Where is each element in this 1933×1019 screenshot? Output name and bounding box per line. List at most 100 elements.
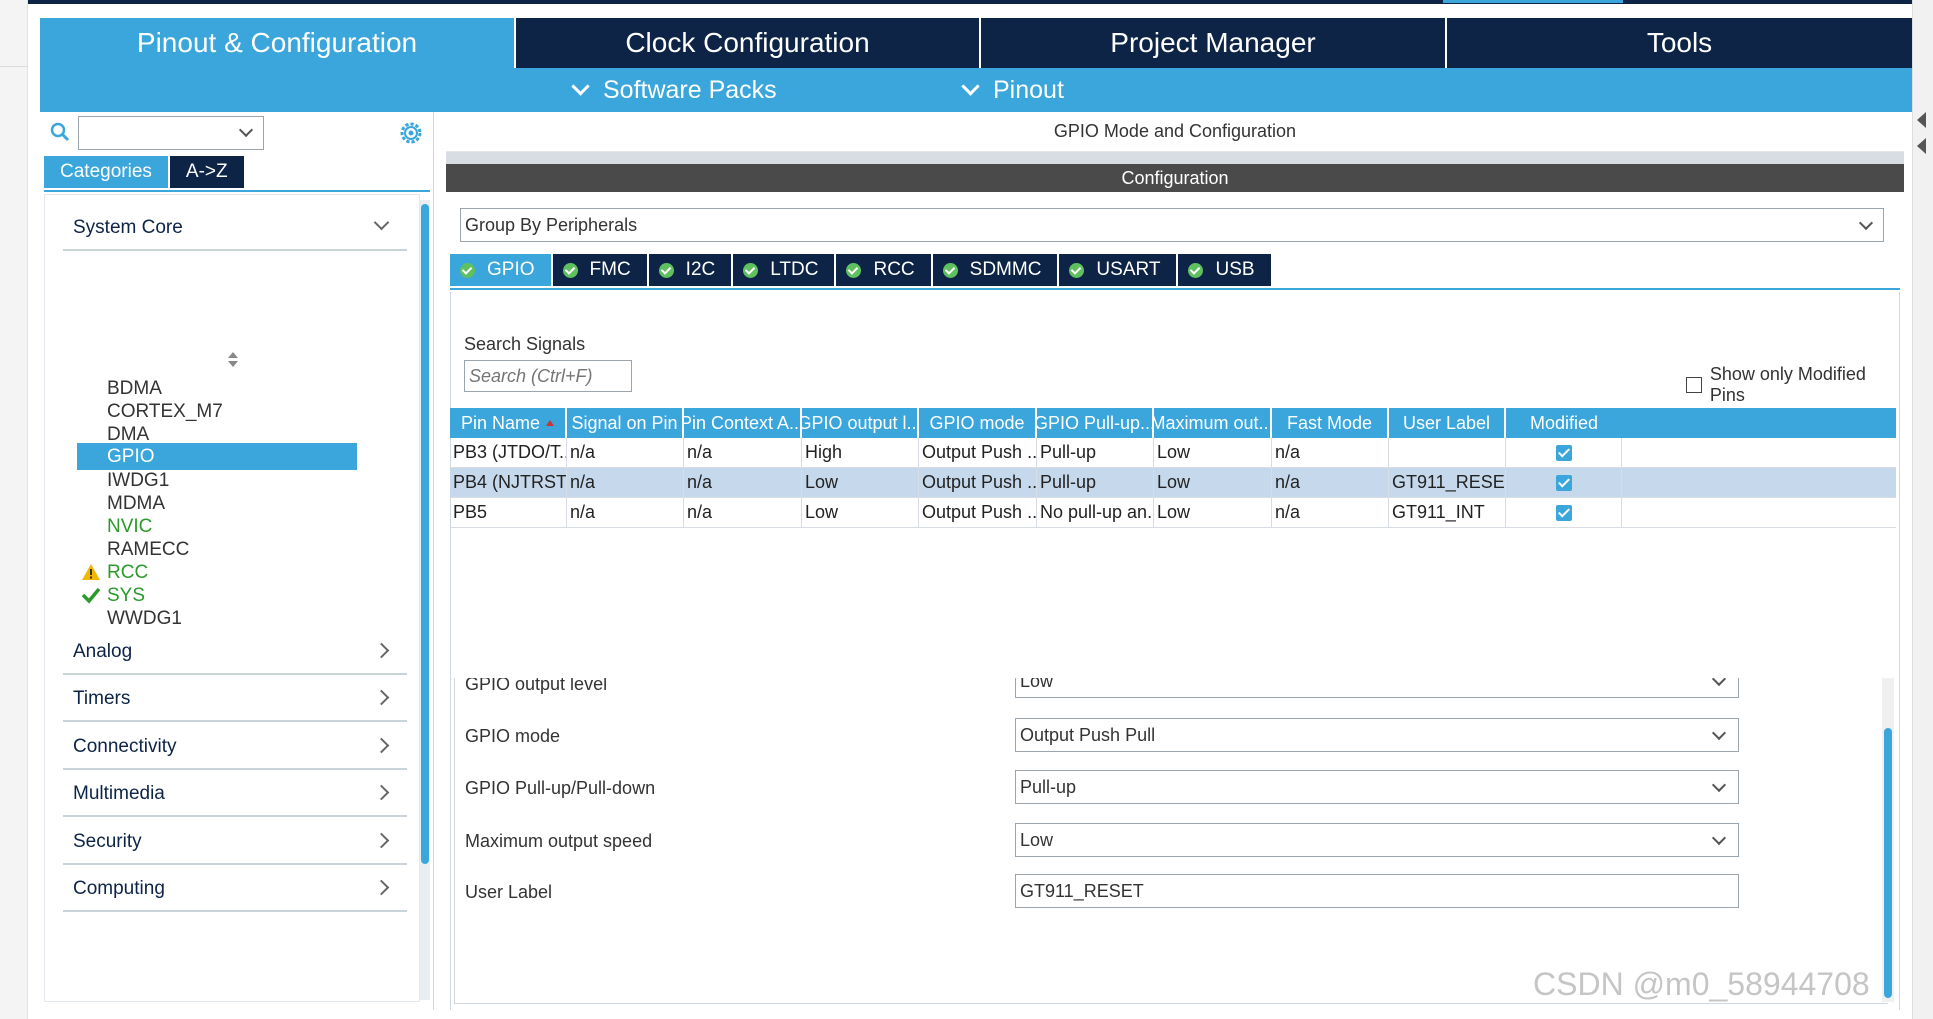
ptab-sdmmc[interactable]: SDMMC <box>932 254 1060 286</box>
col-fast-mode[interactable]: Fast Mode <box>1272 408 1389 438</box>
ptab-i2c[interactable]: I2C <box>648 254 734 286</box>
max-speed-select[interactable]: Low <box>1015 823 1739 857</box>
pull-select[interactable]: Pull-up <box>1015 770 1739 804</box>
modified-checkbox[interactable] <box>1555 474 1572 491</box>
col-gpio-pull[interactable]: GPIO Pull-up... <box>1037 408 1154 438</box>
ptab-label: I2C <box>685 259 716 280</box>
cell: n/a <box>1272 468 1389 497</box>
collapse-arrow-icon-2[interactable] <box>1917 138 1926 154</box>
cell <box>1389 438 1506 467</box>
software-packs-menu[interactable]: Software Packs <box>571 68 777 112</box>
output-level-select[interactable]: Low <box>1015 678 1739 698</box>
ptab-fmc[interactable]: FMC <box>552 254 649 286</box>
tab-clock-configuration[interactable]: Clock Configuration <box>516 18 981 68</box>
user-label-input[interactable]: GT911_RESET <box>1015 874 1739 908</box>
check-circle-icon <box>460 262 475 278</box>
tab-a-to-z[interactable]: A->Z <box>169 156 244 188</box>
group-by-select[interactable]: Group By Peripherals <box>460 208 1884 242</box>
cell: Low <box>1154 498 1272 527</box>
col-user-label[interactable]: User Label <box>1389 408 1506 438</box>
col-gpio-mode[interactable]: GPIO mode <box>919 408 1037 438</box>
search-signals-input[interactable] <box>464 360 632 392</box>
section-label: System Core <box>73 217 183 238</box>
tab-pinout-configuration[interactable]: Pinout & Configuration <box>40 18 516 68</box>
gear-icon[interactable] <box>398 120 424 146</box>
modified-checkbox[interactable] <box>1555 444 1572 461</box>
sidebar-scrollbar[interactable] <box>420 200 430 1000</box>
cell: Output Push ... <box>919 498 1037 527</box>
col-modified[interactable]: Modified <box>1506 408 1622 438</box>
table-row[interactable]: PB5 n/a n/a Low Output Push ... No pull-… <box>450 498 1896 528</box>
section-timers[interactable]: Timers <box>63 678 407 722</box>
tab-categories[interactable]: Categories <box>44 156 168 188</box>
search-signals-label: Search Signals <box>464 334 586 354</box>
cell: PB3 (JTDO/T... <box>450 438 567 467</box>
tab-project-manager[interactable]: Project Manager <box>981 18 1447 68</box>
modified-checkbox[interactable] <box>1555 504 1572 521</box>
ptab-label: SDMMC <box>969 259 1042 280</box>
cell: High <box>802 438 919 467</box>
pinout-label: Pinout <box>993 75 1064 104</box>
col-pin-name[interactable]: Pin Name <box>450 408 567 438</box>
cell: n/a <box>684 468 802 497</box>
sort-icon[interactable] <box>227 351 239 371</box>
ptab-label: GPIO <box>487 259 535 280</box>
show-modified-toggle[interactable]: Show only Modified Pins <box>1686 364 1904 406</box>
periph-wwdg1[interactable]: WWDG1 <box>77 605 357 632</box>
cell: n/a <box>567 468 684 497</box>
col-signal-on-pin[interactable]: Signal on Pin <box>567 408 684 438</box>
table-row[interactable]: PB3 (JTDO/T... n/a n/a High Output Push … <box>450 438 1896 468</box>
table-row[interactable]: PB4 (NJTRST) n/a n/a Low Output Push ...… <box>450 468 1896 498</box>
chevron-down-icon <box>1711 777 1727 793</box>
check-circle-icon <box>1069 262 1085 278</box>
prop-label-output-level: GPIO output level <box>465 678 608 694</box>
ptab-usart[interactable]: USART <box>1059 254 1179 286</box>
section-security[interactable]: Security <box>63 821 407 865</box>
group-by-value: Group By Peripherals <box>465 214 638 235</box>
collapse-arrow-icon[interactable] <box>1917 112 1926 128</box>
show-modified-checkbox[interactable] <box>1686 377 1702 393</box>
section-system-core[interactable]: System Core <box>63 207 407 251</box>
tab-tools[interactable]: Tools <box>1447 18 1912 68</box>
table-header: Pin Name Signal on Pin Pin Context A... … <box>450 408 1896 438</box>
search-combo[interactable] <box>78 116 264 150</box>
prop-value: Low <box>1020 678 1054 691</box>
section-label: Computing <box>73 878 165 899</box>
chevron-down-icon <box>1711 830 1727 846</box>
section-connectivity[interactable]: Connectivity <box>63 726 407 770</box>
gutter-mark <box>0 66 28 67</box>
section-analog[interactable]: Analog <box>63 631 407 675</box>
title-separator[interactable] <box>446 152 1904 164</box>
section-computing[interactable]: Computing <box>63 868 407 912</box>
properties-scrollbar-thumb[interactable] <box>1884 728 1892 998</box>
ptab-rcc[interactable]: RCC <box>836 254 933 286</box>
cell: Pull-up <box>1037 438 1154 467</box>
col-pin-context[interactable]: Pin Context A... <box>684 408 802 438</box>
chevron-right-icon <box>373 689 390 706</box>
sidebar-scrollbar-thumb[interactable] <box>421 204 429 864</box>
col-max-output[interactable]: Maximum out... <box>1154 408 1272 438</box>
ptab-label: LTDC <box>770 259 819 280</box>
properties-scrollbar[interactable] <box>1882 678 1894 1002</box>
cell: Low <box>1154 468 1272 497</box>
section-multimedia[interactable]: Multimedia <box>63 773 407 817</box>
modified-cell <box>1506 498 1622 527</box>
pinout-menu[interactable]: Pinout <box>961 68 1064 112</box>
prop-value: GT911_RESET <box>1020 880 1144 901</box>
category-tabs-underline <box>44 190 430 192</box>
ptab-usb[interactable]: USB <box>1178 254 1273 286</box>
check-circle-icon <box>942 262 958 278</box>
gpio-mode-select[interactable]: Output Push Pull <box>1015 718 1739 752</box>
search-icon[interactable] <box>50 122 70 142</box>
check-circle-icon <box>658 262 674 278</box>
category-tabs: Categories A->Z <box>44 156 244 188</box>
chevron-down-icon <box>1711 678 1727 687</box>
left-gutter <box>0 0 28 1019</box>
chevron-right-icon <box>373 737 390 754</box>
periph-gpio[interactable]: GPIO <box>77 443 357 470</box>
pin-properties: GPIO output level Low GPIO mode Output P… <box>454 678 1888 1004</box>
ptab-gpio[interactable]: GPIO <box>450 254 553 286</box>
prop-value: Low <box>1020 829 1054 850</box>
col-gpio-output-level[interactable]: GPIO output l... <box>802 408 919 438</box>
ptab-ltdc[interactable]: LTDC <box>733 254 837 286</box>
